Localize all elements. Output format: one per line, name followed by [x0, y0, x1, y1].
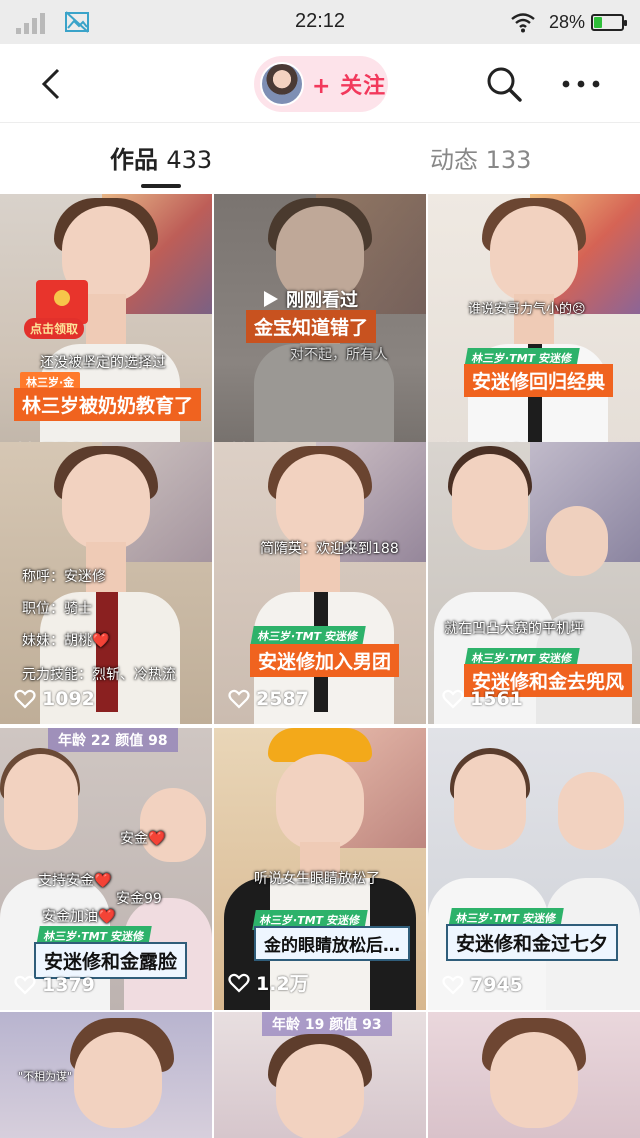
video-caption: 谁说安哥力气小的😣 [468, 302, 586, 317]
video-tile[interactable]: 听说女生眼睛放松了 林三岁·TMT 安迷修 金的眼睛放松后… 1.2万 [214, 728, 426, 1010]
tab-moments-count: 133 [485, 146, 532, 174]
video-caption: 称呼：安迷修 [22, 569, 106, 585]
heart-icon [442, 975, 464, 995]
video-title: 金宝知道错了 [246, 310, 377, 343]
battery-icon [591, 14, 627, 31]
video-tile[interactable]: 点击领取 还没被坚定的选择过 林三岁·金 林三岁被奶奶教育了 776 [0, 194, 212, 476]
video-tile[interactable]: 简隋英：欢迎来到188 林三岁·TMT 安迷修 安迷修加入男团 2587 [214, 442, 426, 724]
likes-count: 7945 [442, 974, 523, 996]
video-tile[interactable]: "不相为谋" [0, 1012, 212, 1138]
wifi-icon [511, 13, 535, 33]
tab-works-label: 作品 [110, 146, 158, 174]
video-caption: 对不起，所有人 [290, 347, 388, 363]
claim-label[interactable]: 点击领取 [24, 318, 85, 339]
more-icon[interactable] [558, 64, 604, 104]
video-caption: 元力技能：烈斩、冷热流 [22, 667, 176, 683]
heart-icon [442, 689, 464, 709]
tab-works[interactable]: 作品 433 [110, 140, 212, 175]
video-caption: 支持安金❤️ [38, 873, 112, 889]
likes-count: 2587 [228, 688, 309, 710]
video-tile[interactable]: 林三岁·TMT 安迷修 安迷修和金过七夕 7945 [428, 728, 640, 1010]
video-caption: 还没被坚定的选择过 [40, 355, 166, 371]
battery-fill [594, 17, 603, 28]
heart-icon [228, 689, 250, 709]
follow-button[interactable]: + 关注 [254, 56, 388, 112]
battery-percent: 28% [549, 12, 586, 32]
video-caption: 就在凹凸大赛的平机坪 [444, 621, 584, 637]
video-caption: 职位：骑士 [22, 601, 92, 617]
video-title: 安迷修回归经典 [464, 364, 614, 397]
video-tile[interactable]: 刚刚看过 金宝知道错了 对不起，所有人 3361 [214, 194, 426, 476]
recently-watched: 刚刚看过 [260, 286, 358, 312]
video-grid: 点击领取 还没被坚定的选择过 林三岁·金 林三岁被奶奶教育了 776 刚刚看过 … [0, 194, 640, 1138]
clock: 22:12 [294, 10, 346, 32]
heart-icon [14, 689, 36, 709]
face-score-badge: 年龄 19 颜值 93 [262, 1012, 392, 1036]
watched-label: 刚刚看过 [286, 290, 358, 311]
likes-value: 1561 [470, 688, 523, 710]
profile-header: + 关注 [0, 44, 640, 124]
avatar [260, 62, 304, 106]
likes-value: 1092 [42, 688, 95, 710]
search-icon[interactable] [484, 64, 524, 104]
tab-moments-label: 动态 [430, 146, 478, 174]
likes-value: 1379 [42, 974, 95, 996]
divider [0, 122, 640, 123]
likes-count: 1092 [14, 688, 95, 710]
video-title: 安迷修和金过七夕 [446, 924, 619, 961]
video-tile[interactable]: 年龄 22 颜值 98 安金❤️ 支持安金❤️ 安金99 安金加油❤️ 林三岁·… [0, 728, 212, 1010]
video-caption: 妹妹：胡桃❤️ [22, 633, 110, 649]
video-caption: 听说女生眼睛放松了 [254, 871, 380, 887]
video-tile[interactable]: 年龄 19 颜值 93 [214, 1012, 426, 1138]
follow-label: + 关注 [312, 74, 387, 99]
video-caption: 安金99 [116, 891, 162, 907]
video-tile[interactable]: 就在凹凸大赛的平机坪 林三岁·TMT 安迷修 安迷修和金去兜风 1561 [428, 442, 640, 724]
likes-count: 1.2万 [228, 969, 309, 996]
likes-value: 7945 [470, 974, 523, 996]
video-title: 林三岁被奶奶教育了 [14, 388, 202, 421]
tab-moments[interactable]: 动态 133 [430, 140, 531, 175]
heart-icon [14, 975, 36, 995]
back-icon[interactable] [32, 64, 72, 104]
video-title: 金的眼睛放松后… [254, 926, 410, 961]
content-tabs: 作品 433 动态 133 [0, 124, 640, 194]
video-title: 安迷修加入男团 [250, 644, 400, 677]
video-caption: "不相为谋" [18, 1070, 73, 1083]
video-tile[interactable]: 称呼：安迷修 职位：骑士 妹妹：胡桃❤️ 元力技能：烈斩、冷热流 1092 [0, 442, 212, 724]
face-score-badge: 年龄 22 颜值 98 [48, 728, 178, 752]
tab-works-count: 433 [166, 146, 213, 174]
likes-count: 1379 [14, 974, 95, 996]
likes-value: 1.2万 [256, 973, 309, 995]
likes-value: 2587 [256, 688, 309, 710]
series-tag: 林三岁·TMT 安迷修 [250, 626, 366, 646]
active-tab-indicator [141, 184, 181, 188]
status-bar: 22:12 28% [0, 0, 640, 44]
video-caption: 安金加油❤️ [42, 909, 116, 925]
play-icon [264, 291, 278, 307]
video-caption: 简隋英：欢迎来到188 [260, 541, 399, 557]
video-caption: 安金❤️ [120, 831, 166, 847]
video-tile[interactable]: 谁说安哥力气小的😣 林三岁·TMT 安迷修 安迷修回归经典 1500 [428, 194, 640, 476]
likes-count: 1561 [442, 688, 523, 710]
video-tile[interactable] [428, 1012, 640, 1138]
heart-icon [228, 973, 250, 993]
